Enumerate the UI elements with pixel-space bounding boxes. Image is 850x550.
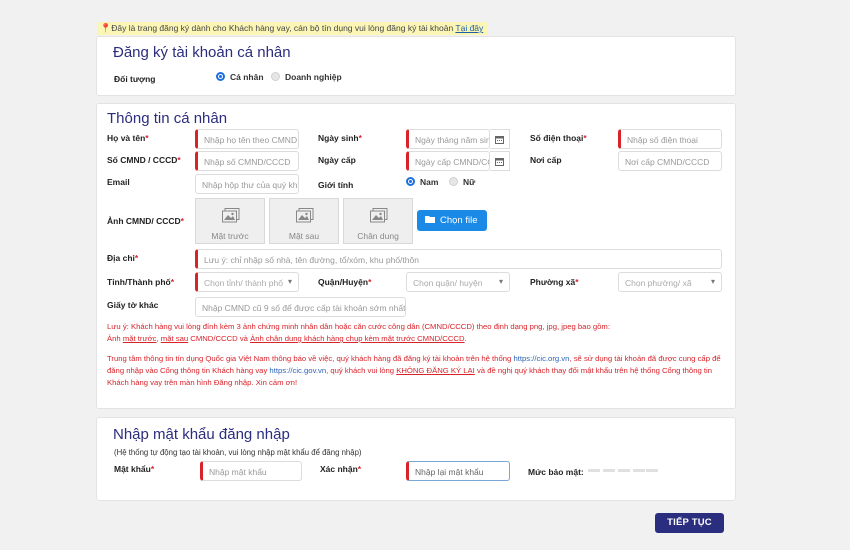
radio-business[interactable] bbox=[271, 72, 280, 81]
personal-title: Thông tin cá nhân bbox=[107, 110, 228, 127]
ward-label: Phường xã* bbox=[530, 277, 579, 287]
strength-bar bbox=[646, 469, 658, 472]
calendar-icon[interactable] bbox=[490, 129, 510, 149]
radio-individual-label: Cá nhân bbox=[230, 72, 264, 82]
gender-label: Giới tính bbox=[318, 180, 354, 190]
chevron-down-icon: ▾ bbox=[498, 277, 503, 286]
image-icon bbox=[370, 208, 388, 223]
province-select[interactable]: Chọn tỉnh/ thành phố ▾ bbox=[195, 272, 299, 292]
photo-back-label: Mặt sau bbox=[288, 231, 320, 241]
subject-label: Đối tượng bbox=[114, 74, 156, 84]
strength-bar bbox=[633, 469, 645, 472]
notice-text: Đây là trang đăng ký dành cho Khách hàng… bbox=[111, 23, 456, 33]
password-title: Nhập mật khẩu đăng nhập bbox=[113, 426, 290, 443]
photo-portrait-label: Chân dung bbox=[357, 231, 399, 241]
choose-file-label: Chọn file bbox=[440, 215, 478, 226]
photo-front[interactable]: Mặt trước bbox=[195, 198, 265, 244]
address-input[interactable]: Lưu ý: chỉ nhập số nhà, tên đường, tổ/xó… bbox=[195, 249, 722, 269]
radio-business-label: Doanh nghiệp bbox=[285, 72, 342, 82]
cic-gov-link[interactable]: https://cic.gov.vn bbox=[269, 366, 326, 375]
chevron-down-icon: ▾ bbox=[287, 277, 292, 286]
confirm-label: Xác nhận* bbox=[320, 464, 362, 474]
district-label: Quận/Huyện* bbox=[318, 277, 372, 287]
dob-input[interactable]: Ngày tháng năm sinh bbox=[406, 129, 490, 149]
choose-file-button[interactable]: Chọn file bbox=[417, 210, 487, 231]
issue-date-label: Ngày cấp bbox=[318, 155, 356, 165]
folder-icon bbox=[425, 216, 435, 223]
strength-bar bbox=[588, 469, 600, 472]
photo-back[interactable]: Mặt sau bbox=[269, 198, 339, 244]
chevron-down-icon: ▾ bbox=[710, 277, 715, 286]
id-number-input[interactable]: Nhập số CMND/CCCD bbox=[195, 151, 299, 171]
strength-bar bbox=[618, 469, 630, 472]
radio-male[interactable] bbox=[406, 177, 415, 186]
id-number-label: Số CMND / CCCD* bbox=[107, 155, 181, 165]
radio-female[interactable] bbox=[449, 177, 458, 186]
image-icon bbox=[296, 208, 314, 223]
cic-org-link[interactable]: https://cic.org.vn bbox=[513, 354, 569, 363]
address-label: Địa chỉ* bbox=[107, 253, 139, 263]
pin-icon: 📍 bbox=[100, 23, 112, 33]
radio-individual[interactable] bbox=[216, 72, 225, 81]
district-select[interactable]: Chọn quận/ huyện ▾ bbox=[406, 272, 510, 292]
photo-note: Lưu ý: Khách hàng vui lòng đính kèm 3 ản… bbox=[107, 322, 610, 343]
email-label: Email bbox=[107, 177, 130, 187]
password-input[interactable]: Nhập mật khẩu bbox=[200, 461, 302, 481]
notice-bar: 📍Đây là trang đăng ký dành cho Khách hàn… bbox=[97, 22, 488, 35]
confirm-password-input[interactable]: Nhập lại mật khẩu bbox=[406, 461, 510, 481]
dob-label: Ngày sinh* bbox=[318, 133, 362, 143]
other-doc-input[interactable]: Nhập CMND cũ 9 số để được cấp tài khoản … bbox=[195, 297, 406, 317]
issue-place-input[interactable]: Nơi cấp CMND/CCCD bbox=[618, 151, 722, 171]
phone-input[interactable]: Nhập số điện thoại bbox=[618, 129, 722, 149]
other-doc-label: Giấy tờ khác bbox=[107, 300, 159, 310]
radio-female-label: Nữ bbox=[463, 177, 476, 187]
calendar-icon[interactable] bbox=[490, 151, 510, 171]
photo-front-label: Mặt trước bbox=[211, 231, 249, 241]
province-label: Tỉnh/Thành phố* bbox=[107, 277, 175, 287]
fullname-label: Họ và tên* bbox=[107, 133, 149, 143]
continue-button[interactable]: TIẾP TỤC bbox=[655, 513, 724, 533]
ward-select[interactable]: Chọn phường/ xã ▾ bbox=[618, 272, 722, 292]
password-label: Mật khẩu* bbox=[114, 464, 155, 474]
image-icon bbox=[222, 208, 240, 223]
issue-date-input[interactable]: Ngày cấp CMND/CCCD bbox=[406, 151, 490, 171]
email-input[interactable]: Nhập hộp thư của quý khách bbox=[195, 174, 299, 194]
strength-label: Mức bảo mật: bbox=[528, 467, 584, 477]
phone-label: Số điện thoại* bbox=[530, 133, 587, 143]
photo-portrait[interactable]: Chân dung bbox=[343, 198, 413, 244]
strength-bar bbox=[603, 469, 615, 472]
account-title: Đăng ký tài khoản cá nhân bbox=[113, 44, 291, 61]
password-subtitle: (Hệ thống tự động tạo tài khoản, vui lòn… bbox=[114, 448, 362, 457]
radio-male-label: Nam bbox=[420, 177, 439, 187]
id-photo-label: Ảnh CMND/ CCCD* bbox=[107, 216, 184, 226]
notice-link[interactable]: Tại đây bbox=[455, 23, 483, 33]
issue-place-label: Nơi cấp bbox=[530, 155, 562, 165]
fullname-input[interactable]: Nhập họ tên theo CMND bbox=[195, 129, 299, 149]
cic-note: Trung tâm thông tin tín dụng Quốc gia Vi… bbox=[107, 354, 721, 387]
